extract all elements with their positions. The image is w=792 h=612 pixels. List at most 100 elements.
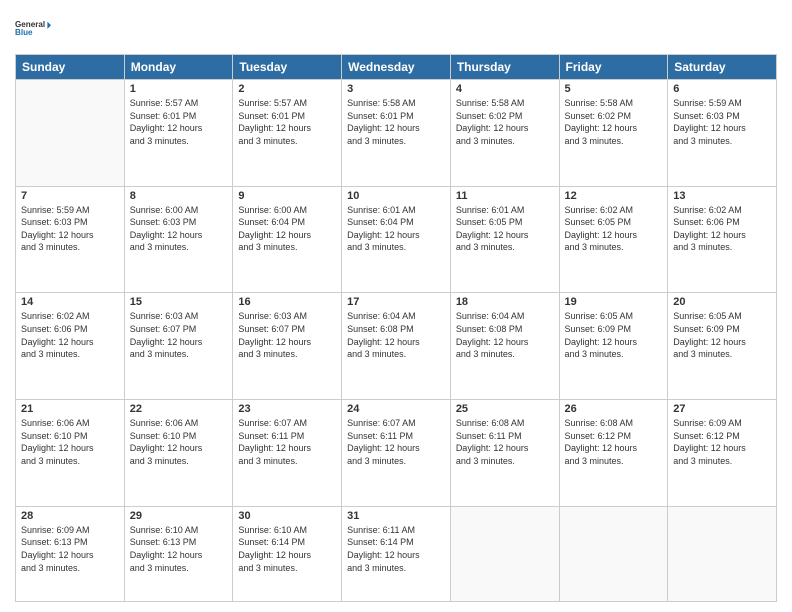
calendar-week-row: 14 Sunrise: 6:02 AMSunset: 6:06 PMDayligh… <box>16 293 777 400</box>
calendar-day-cell: 2 Sunrise: 5:57 AMSunset: 6:01 PMDaylight… <box>233 80 342 187</box>
day-number: 31 <box>347 510 445 522</box>
calendar-day-cell: 31 Sunrise: 6:11 AMSunset: 6:14 PMDayligh… <box>342 506 451 601</box>
calendar-week-row: 1 Sunrise: 5:57 AMSunset: 6:01 PMDaylight… <box>16 80 777 187</box>
day-number: 8 <box>130 190 228 202</box>
weekday-header-cell: Friday <box>559 55 668 80</box>
day-number: 27 <box>673 403 771 415</box>
calendar-day-cell <box>668 506 777 601</box>
day-info: Sunrise: 6:10 AMSunset: 6:14 PMDaylight:… <box>238 524 336 574</box>
day-number: 22 <box>130 403 228 415</box>
day-info: Sunrise: 6:02 AMSunset: 6:06 PMDaylight:… <box>673 204 771 254</box>
calendar-table: SundayMondayTuesdayWednesdayThursdayFrid… <box>15 54 777 602</box>
calendar-day-cell: 3 Sunrise: 5:58 AMSunset: 6:01 PMDaylight… <box>342 80 451 187</box>
weekday-header-cell: Saturday <box>668 55 777 80</box>
day-info: Sunrise: 6:08 AMSunset: 6:11 PMDaylight:… <box>456 417 554 467</box>
day-info: Sunrise: 5:57 AMSunset: 6:01 PMDaylight:… <box>238 97 336 147</box>
svg-text:General: General <box>15 20 45 29</box>
day-info: Sunrise: 5:58 AMSunset: 6:02 PMDaylight:… <box>565 97 663 147</box>
calendar-day-cell: 28 Sunrise: 6:09 AMSunset: 6:13 PMDayligh… <box>16 506 125 601</box>
calendar-week-row: 7 Sunrise: 5:59 AMSunset: 6:03 PMDaylight… <box>16 186 777 293</box>
calendar-day-cell: 11 Sunrise: 6:01 AMSunset: 6:05 PMDayligh… <box>450 186 559 293</box>
day-info: Sunrise: 6:11 AMSunset: 6:14 PMDaylight:… <box>347 524 445 574</box>
day-number: 26 <box>565 403 663 415</box>
day-info: Sunrise: 6:02 AMSunset: 6:06 PMDaylight:… <box>21 310 119 360</box>
calendar-day-cell: 10 Sunrise: 6:01 AMSunset: 6:04 PMDayligh… <box>342 186 451 293</box>
calendar-day-cell: 9 Sunrise: 6:00 AMSunset: 6:04 PMDaylight… <box>233 186 342 293</box>
calendar-day-cell: 22Sunrise: 6:06 AMSunset: 6:10 PMDayligh… <box>124 400 233 507</box>
day-info: Sunrise: 5:58 AMSunset: 6:02 PMDaylight:… <box>456 97 554 147</box>
day-number: 7 <box>21 190 119 202</box>
day-number: 2 <box>238 83 336 95</box>
day-number: 14 <box>21 296 119 308</box>
day-number: 11 <box>456 190 554 202</box>
day-number: 13 <box>673 190 771 202</box>
day-number: 15 <box>130 296 228 308</box>
day-number: 16 <box>238 296 336 308</box>
calendar-day-cell: 5 Sunrise: 5:58 AMSunset: 6:02 PMDaylight… <box>559 80 668 187</box>
day-info: Sunrise: 6:09 AMSunset: 6:13 PMDaylight:… <box>21 524 119 574</box>
day-number: 25 <box>456 403 554 415</box>
day-info: Sunrise: 6:01 AMSunset: 6:04 PMDaylight:… <box>347 204 445 254</box>
day-info: Sunrise: 6:08 AMSunset: 6:12 PMDaylight:… <box>565 417 663 467</box>
day-info: Sunrise: 6:03 AMSunset: 6:07 PMDaylight:… <box>130 310 228 360</box>
calendar-day-cell: 29Sunrise: 6:10 AMSunset: 6:13 PMDayligh… <box>124 506 233 601</box>
calendar-day-cell: 25 Sunrise: 6:08 AMSunset: 6:11 PMDayligh… <box>450 400 559 507</box>
calendar-day-cell: 15 Sunrise: 6:03 AMSunset: 6:07 PMDayligh… <box>124 293 233 400</box>
day-number: 6 <box>673 83 771 95</box>
calendar-day-cell: 26 Sunrise: 6:08 AMSunset: 6:12 PMDayligh… <box>559 400 668 507</box>
page-container: General Blue SundayMondayTuesdayWednesda… <box>0 0 792 612</box>
day-number: 30 <box>238 510 336 522</box>
calendar-day-cell: 8 Sunrise: 6:00 AMSunset: 6:03 PMDaylight… <box>124 186 233 293</box>
day-info: Sunrise: 6:07 AMSunset: 6:11 PMDaylight:… <box>347 417 445 467</box>
svg-text:Blue: Blue <box>15 28 33 37</box>
day-number: 28 <box>21 510 119 522</box>
calendar-day-cell: 27 Sunrise: 6:09 AMSunset: 6:12 PMDayligh… <box>668 400 777 507</box>
day-info: Sunrise: 6:00 AMSunset: 6:04 PMDaylight:… <box>238 204 336 254</box>
calendar-day-cell: 30 Sunrise: 6:10 AMSunset: 6:14 PMDayligh… <box>233 506 342 601</box>
logo-svg: General Blue <box>15 10 51 46</box>
calendar-week-row: 21Sunrise: 6:06 AMSunset: 6:10 PMDayligh… <box>16 400 777 507</box>
day-number: 21 <box>21 403 119 415</box>
day-info: Sunrise: 6:10 AMSunset: 6:13 PMDaylight:… <box>130 524 228 574</box>
calendar-body: 1 Sunrise: 5:57 AMSunset: 6:01 PMDaylight… <box>16 80 777 602</box>
day-info: Sunrise: 5:59 AMSunset: 6:03 PMDaylight:… <box>21 204 119 254</box>
calendar-day-cell: 1 Sunrise: 5:57 AMSunset: 6:01 PMDaylight… <box>124 80 233 187</box>
weekday-header-row: SundayMondayTuesdayWednesdayThursdayFrid… <box>16 55 777 80</box>
calendar-day-cell: 19 Sunrise: 6:05 AMSunset: 6:09 PMDayligh… <box>559 293 668 400</box>
calendar-day-cell: 4 Sunrise: 5:58 AMSunset: 6:02 PMDaylight… <box>450 80 559 187</box>
day-number: 5 <box>565 83 663 95</box>
weekday-header-cell: Sunday <box>16 55 125 80</box>
calendar-day-cell: 17Sunrise: 6:04 AMSunset: 6:08 PMDayligh… <box>342 293 451 400</box>
calendar-day-cell <box>559 506 668 601</box>
weekday-header-cell: Monday <box>124 55 233 80</box>
day-number: 4 <box>456 83 554 95</box>
day-number: 24 <box>347 403 445 415</box>
day-number: 18 <box>456 296 554 308</box>
calendar-day-cell: 12 Sunrise: 6:02 AMSunset: 6:05 PMDayligh… <box>559 186 668 293</box>
calendar-day-cell: 23Sunrise: 6:07 AMSunset: 6:11 PMDayligh… <box>233 400 342 507</box>
calendar-day-cell <box>450 506 559 601</box>
day-info: Sunrise: 6:01 AMSunset: 6:05 PMDaylight:… <box>456 204 554 254</box>
weekday-header-cell: Wednesday <box>342 55 451 80</box>
calendar-day-cell: 18Sunrise: 6:04 AMSunset: 6:08 PMDayligh… <box>450 293 559 400</box>
day-number: 9 <box>238 190 336 202</box>
day-number: 19 <box>565 296 663 308</box>
calendar-day-cell: 7 Sunrise: 5:59 AMSunset: 6:03 PMDaylight… <box>16 186 125 293</box>
day-info: Sunrise: 5:59 AMSunset: 6:03 PMDaylight:… <box>673 97 771 147</box>
day-info: Sunrise: 6:00 AMSunset: 6:03 PMDaylight:… <box>130 204 228 254</box>
logo: General Blue <box>15 10 51 46</box>
day-info: Sunrise: 6:02 AMSunset: 6:05 PMDaylight:… <box>565 204 663 254</box>
day-number: 12 <box>565 190 663 202</box>
calendar-day-cell: 14 Sunrise: 6:02 AMSunset: 6:06 PMDayligh… <box>16 293 125 400</box>
day-number: 1 <box>130 83 228 95</box>
day-info: Sunrise: 5:58 AMSunset: 6:01 PMDaylight:… <box>347 97 445 147</box>
day-number: 10 <box>347 190 445 202</box>
day-info: Sunrise: 6:09 AMSunset: 6:12 PMDaylight:… <box>673 417 771 467</box>
calendar-day-cell: 20Sunrise: 6:05 AMSunset: 6:09 PMDayligh… <box>668 293 777 400</box>
day-info: Sunrise: 6:05 AMSunset: 6:09 PMDaylight:… <box>673 310 771 360</box>
day-info: Sunrise: 6:03 AMSunset: 6:07 PMDaylight:… <box>238 310 336 360</box>
day-info: Sunrise: 6:05 AMSunset: 6:09 PMDaylight:… <box>565 310 663 360</box>
calendar-day-cell <box>16 80 125 187</box>
day-info: Sunrise: 5:57 AMSunset: 6:01 PMDaylight:… <box>130 97 228 147</box>
day-number: 3 <box>347 83 445 95</box>
